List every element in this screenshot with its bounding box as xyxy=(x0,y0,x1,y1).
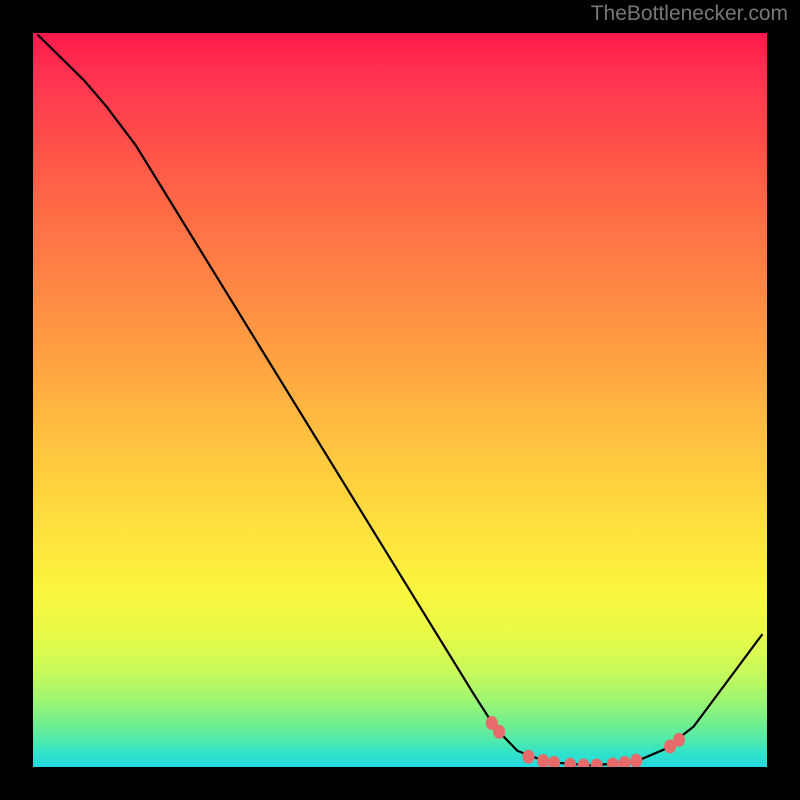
curve-marker xyxy=(607,757,619,767)
curve-marker xyxy=(537,754,549,767)
curve-marker xyxy=(619,756,631,767)
curve-marker xyxy=(493,725,505,739)
curve-marker xyxy=(673,733,685,747)
curve-marker xyxy=(564,758,576,767)
curve-marker xyxy=(522,750,534,764)
chart-svg xyxy=(33,33,767,767)
bottleneck-curve xyxy=(38,35,762,765)
curve-marker xyxy=(548,756,560,767)
curve-markers xyxy=(486,716,685,767)
curve-marker xyxy=(630,754,642,767)
curve-marker xyxy=(591,759,603,767)
chart-plot-area xyxy=(33,33,767,767)
attribution-text: TheBottlenecker.com xyxy=(591,2,788,26)
curve-marker xyxy=(578,759,590,767)
